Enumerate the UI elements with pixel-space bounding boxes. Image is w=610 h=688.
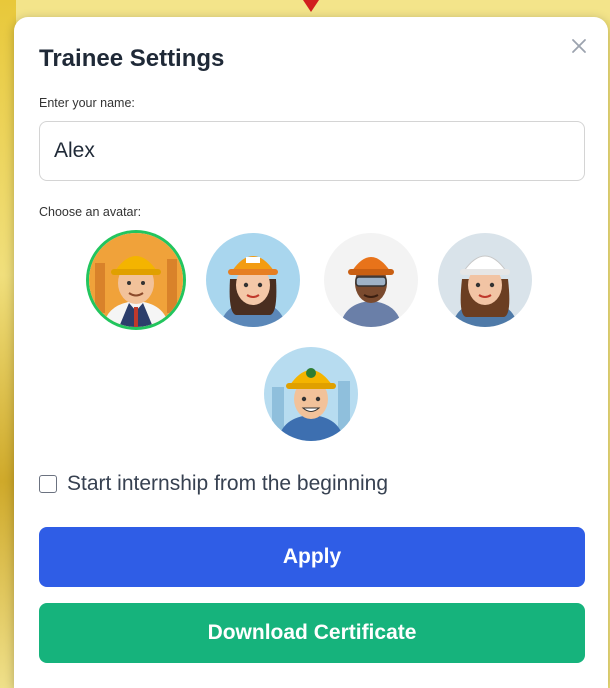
modal-title: Trainee Settings — [39, 45, 225, 72]
download-certificate-button[interactable]: Download Certificate — [39, 603, 585, 663]
map-pin-icon — [303, 0, 319, 12]
trainee-settings-modal: Trainee Settings Enter your name: Choose… — [14, 17, 608, 688]
worker-avatar-icon — [438, 233, 532, 327]
close-icon — [572, 39, 586, 53]
start-from-beginning-option[interactable]: Start internship from the beginning — [39, 472, 388, 496]
avatar-option-5[interactable] — [264, 347, 358, 441]
start-from-beginning-label: Start internship from the beginning — [67, 472, 389, 495]
close-button[interactable] — [568, 35, 590, 57]
worker-avatar-icon — [206, 233, 300, 327]
worker-avatar-icon — [89, 233, 183, 327]
avatar-label: Choose an avatar: — [39, 205, 142, 219]
avatar-option-1[interactable] — [89, 233, 183, 327]
start-from-beginning-checkbox[interactable] — [39, 475, 57, 493]
worker-avatar-icon — [264, 347, 358, 441]
avatar-option-3[interactable] — [324, 233, 418, 327]
avatar-option-2[interactable] — [206, 233, 300, 327]
worker-avatar-icon — [324, 233, 418, 327]
avatar-option-4[interactable] — [438, 233, 532, 327]
name-label: Enter your name: — [39, 96, 135, 110]
name-input[interactable] — [39, 121, 585, 181]
apply-button[interactable]: Apply — [39, 527, 585, 587]
